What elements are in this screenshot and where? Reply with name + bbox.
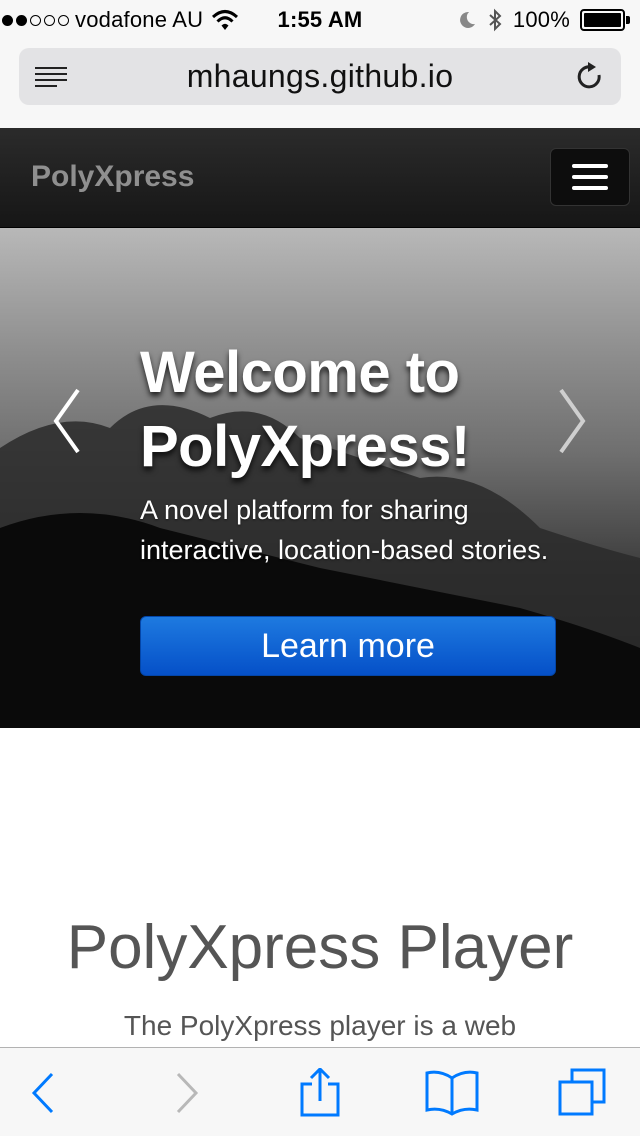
section-title: PolyXpress Player [66, 913, 574, 982]
site-navbar: PolyXpress [0, 128, 640, 228]
hero-carousel: Welcome to PolyXpress! A novel platform … [0, 228, 640, 728]
reader-icon[interactable] [35, 65, 69, 89]
bluetooth-icon [489, 8, 502, 32]
brand-link[interactable]: PolyXpress [31, 160, 194, 194]
section-text: The PolyXpress player is a web [123, 1010, 517, 1041]
forward-icon[interactable] [172, 1068, 202, 1118]
carousel-text: A novel platform for sharing interactive… [140, 495, 549, 565]
signal-strength-icon [2, 14, 69, 26]
carousel-title: Welcome to PolyXpress! [140, 340, 470, 479]
browser-toolbar [0, 1047, 640, 1136]
address-bar[interactable]: mhaungs.github.io [19, 48, 621, 105]
battery-icon [580, 9, 630, 31]
share-icon[interactable] [298, 1068, 342, 1118]
learn-more-button[interactable]: Learn more [140, 616, 556, 676]
moon-icon [460, 11, 475, 28]
chevron-right-icon[interactable] [557, 386, 587, 456]
tabs-icon[interactable] [556, 1068, 608, 1118]
status-bar: vodafone AU 1:55 AM 100% [0, 0, 640, 40]
bookmarks-icon[interactable] [424, 1068, 480, 1118]
chevron-left-icon[interactable] [52, 386, 82, 456]
carrier-name: vodafone AU [75, 7, 204, 32]
back-icon[interactable] [28, 1068, 58, 1118]
page-content: PolyXpress Player The PolyXpress player … [0, 728, 640, 1048]
wifi-icon [212, 10, 239, 30]
hamburger-menu-button[interactable] [550, 148, 630, 206]
battery-percent: 100% [512, 7, 570, 32]
url-text[interactable]: mhaungs.github.io [187, 58, 454, 95]
reload-icon[interactable] [575, 61, 605, 93]
hamburger-icon [572, 164, 608, 168]
browser-address-area: mhaungs.github.io [0, 40, 640, 128]
carousel-caption: Welcome to PolyXpress! A novel platform … [140, 336, 560, 570]
